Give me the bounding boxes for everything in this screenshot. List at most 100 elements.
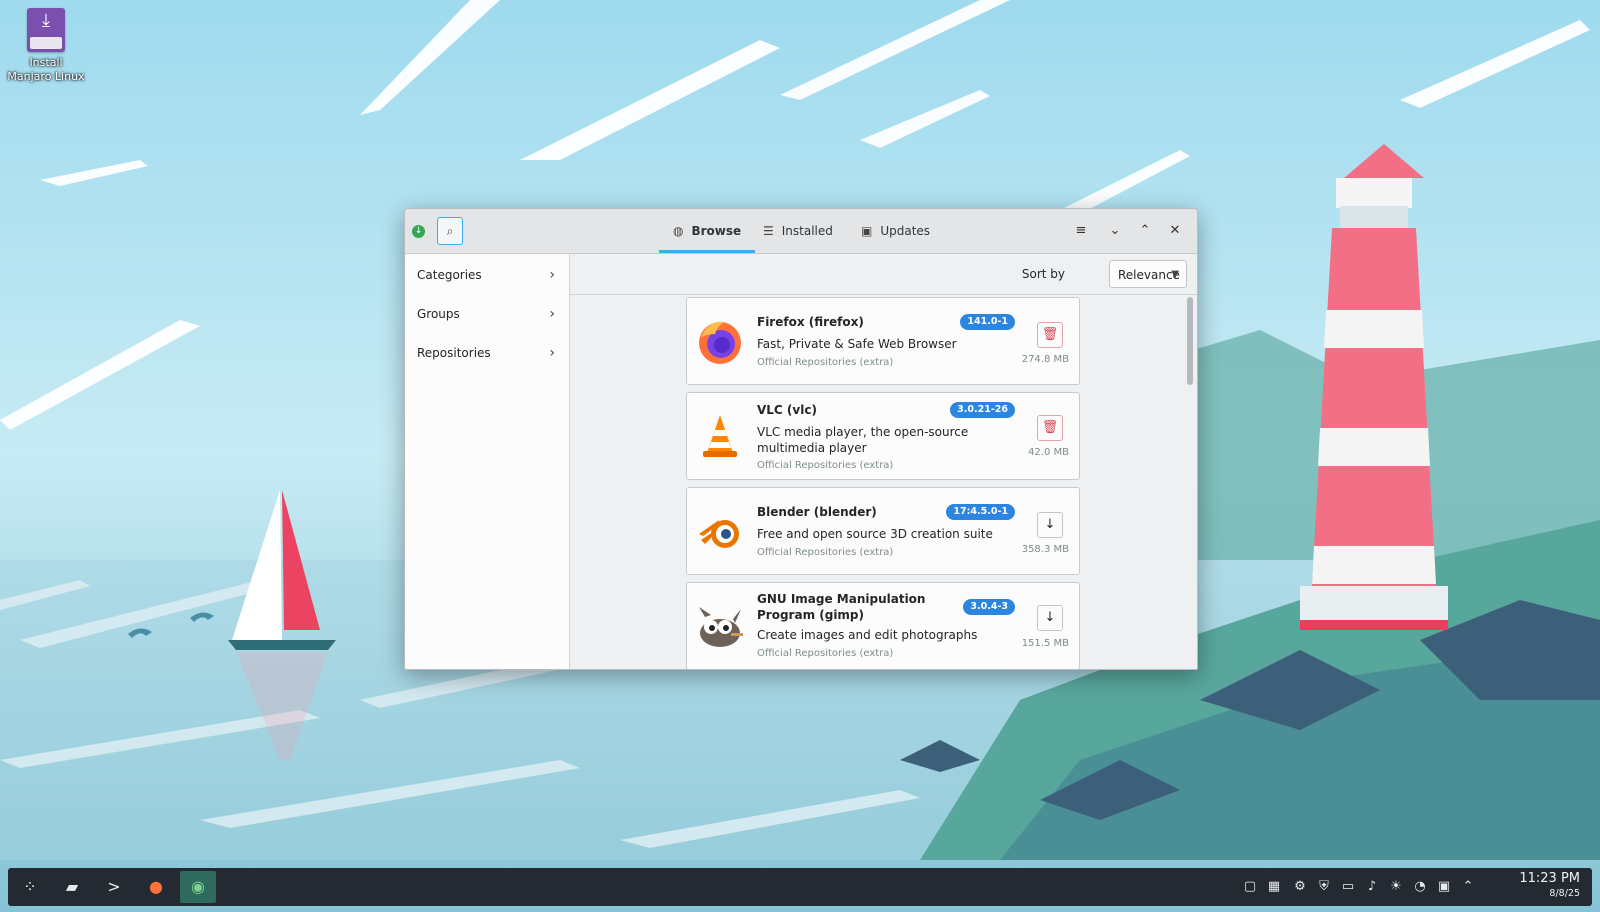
globe-icon: ◍: [673, 224, 684, 238]
sort-toolbar: Sort by Relevance ▼: [570, 254, 1197, 295]
installer-icon: ⤓: [27, 8, 65, 52]
chevron-right-icon: ›: [549, 345, 555, 361]
package-list: Firefox (firefox) Fast, Private & Safe W…: [570, 295, 1197, 669]
clock-time: 11:23 PM: [1519, 871, 1580, 886]
trash-icon: 🗑: [1041, 420, 1059, 435]
pager-icon[interactable]: ▦: [1264, 877, 1284, 897]
kde-connect-icon[interactable]: ⚙: [1290, 877, 1310, 897]
download-icon: ↓: [1044, 517, 1056, 532]
minimize-button[interactable]: ⌄: [1105, 221, 1125, 241]
app-icon: ↓: [412, 225, 425, 238]
sidebar-item-label: Repositories: [417, 346, 491, 360]
package-repo: Official Repositories (extra): [757, 357, 894, 368]
tab-installed[interactable]: ☰ Installed: [763, 209, 833, 253]
tray-expand-chevron-up-icon[interactable]: ⌃: [1458, 877, 1478, 897]
package-repo: Official Repositories (extra): [757, 460, 894, 471]
tab-label: Updates: [880, 224, 931, 238]
blender-logo-icon: [699, 520, 739, 548]
gimp-mascot-icon: [699, 607, 743, 647]
software-manager-icon: ◉: [191, 877, 205, 896]
sort-label: Sort by: [1021, 267, 1065, 281]
show-desktop-icon[interactable]: ▢: [1240, 877, 1260, 897]
firefox-icon: ●: [149, 877, 163, 896]
hamburger-menu-button[interactable]: ≡: [1071, 221, 1091, 241]
package-size: 358.3 MB: [1021, 544, 1069, 555]
shield-icon[interactable]: ⛨: [1314, 877, 1334, 897]
launcher-icon: ⁘: [23, 877, 37, 896]
software-manager-window: ↓ ⌕ ◍ Browse ☰ Installed ▣ Updates ≡ ⌄ ⌃ ✕ …: [404, 208, 1198, 670]
version-badge: 141.0-1: [960, 314, 1015, 330]
sidebar: Categories › Groups › Repositories ›: [405, 254, 570, 669]
package-card-vlc[interactable]: VLC (vlc) VLC media player, the open-sou…: [686, 392, 1080, 480]
remove-button[interactable]: 🗑: [1037, 322, 1063, 348]
chevron-up-icon: ⌃: [1139, 223, 1151, 238]
install-button[interactable]: ↓: [1037, 512, 1063, 538]
scrollbar[interactable]: [1187, 297, 1193, 385]
taskbar: ⁘ ▰ > ● ◉ ▢ ▦ ⚙ ⛨ ▭ ♪ ☀ ◔ ▣ ⌃ 11:23 PM 8…: [8, 868, 1592, 906]
package-description: Fast, Private & Safe Web Browser: [757, 337, 957, 351]
desktop-icon-label: Install Manjaro Linux: [7, 56, 85, 83]
clock[interactable]: 11:23 PM 8/8/25: [1519, 871, 1580, 900]
package-name: Blender (blender): [757, 505, 877, 519]
chevron-right-icon: ›: [549, 267, 555, 283]
remove-button[interactable]: 🗑: [1037, 415, 1063, 441]
package-repo: Official Repositories (extra): [757, 547, 894, 558]
app-launcher-button[interactable]: ⁘: [12, 871, 48, 903]
search-icon: ⌕: [446, 224, 454, 238]
package-description: VLC media player, the open-source multim…: [757, 425, 969, 455]
brightness-icon[interactable]: ☀: [1386, 877, 1406, 897]
version-badge: 3.0.4-3: [963, 599, 1015, 615]
sort-dropdown[interactable]: Relevance ▼: [1109, 260, 1187, 288]
search-button[interactable]: ⌕: [437, 217, 463, 245]
sidebar-item-label: Groups: [417, 307, 460, 321]
clock-date: 8/8/25: [1549, 888, 1580, 899]
taskbar-firefox[interactable]: ●: [138, 871, 174, 903]
sidebar-item-groups[interactable]: Groups ›: [405, 295, 569, 333]
chevron-right-icon: ›: [549, 306, 555, 322]
main-content: Sort by Relevance ▼ Firefox (firefox) Fa…: [570, 254, 1197, 669]
terminal-tray-icon[interactable]: ▭: [1338, 877, 1358, 897]
package-card-gimp[interactable]: GNU Image Manipulation Program (gimp) Cr…: [686, 582, 1080, 669]
sidebar-item-repositories[interactable]: Repositories ›: [405, 334, 569, 372]
sidebar-item-label: Categories: [417, 268, 482, 282]
taskbar-file-manager[interactable]: ▰: [54, 871, 90, 903]
tab-browse[interactable]: ◍ Browse: [658, 209, 756, 253]
package-size: 274.8 MB: [1021, 354, 1069, 365]
package-size: 42.0 MB: [1028, 447, 1069, 458]
install-button[interactable]: ↓: [1037, 605, 1063, 631]
volume-icon[interactable]: ♪: [1362, 877, 1382, 897]
trash-icon: 🗑: [1041, 327, 1059, 342]
package-name: VLC (vlc): [757, 403, 817, 417]
taskbar-software-manager[interactable]: ◉: [180, 871, 216, 903]
folder-icon: ▰: [65, 877, 79, 896]
version-badge: 3.0.21-26: [950, 402, 1015, 418]
package-description: Create images and edit photographs: [757, 628, 978, 642]
close-icon: ✕: [1169, 223, 1181, 238]
package-name: Firefox (firefox): [757, 315, 864, 329]
window-titlebar[interactable]: ↓ ⌕ ◍ Browse ☰ Installed ▣ Updates ≡ ⌄ ⌃ ✕: [405, 209, 1197, 254]
sidebar-item-categories[interactable]: Categories ›: [405, 256, 569, 294]
close-button[interactable]: ✕: [1165, 221, 1185, 241]
desktop-icon-install-manjaro[interactable]: ⤓ Install Manjaro Linux: [6, 8, 86, 84]
download-icon: ↓: [1044, 610, 1056, 625]
package-size: 151.5 MB: [1021, 638, 1069, 649]
version-badge: 17:4.5.0-1: [946, 504, 1015, 520]
firefox-logo-icon: [699, 321, 741, 364]
package-card-blender[interactable]: Blender (blender) Free and open source 3…: [686, 487, 1080, 575]
package-icon: ▣: [861, 224, 873, 238]
display-icon[interactable]: ▣: [1434, 877, 1454, 897]
maximize-button[interactable]: ⌃: [1135, 221, 1155, 241]
package-name: GNU Image Manipulation Program (gimp): [757, 592, 926, 622]
package-repo: Official Repositories (extra): [757, 648, 894, 659]
taskbar-terminal[interactable]: >: [96, 871, 132, 903]
network-icon[interactable]: ◔: [1410, 877, 1430, 897]
package-description: Free and open source 3D creation suite: [757, 527, 993, 541]
tab-label: Installed: [781, 224, 833, 238]
chevron-down-icon: ▼: [1171, 269, 1179, 280]
chevron-down-icon: ⌄: [1109, 223, 1121, 238]
vlc-cone-icon: [703, 415, 737, 457]
menu-icon: ≡: [1075, 223, 1087, 238]
list-icon: ☰: [763, 224, 774, 238]
package-card-firefox[interactable]: Firefox (firefox) Fast, Private & Safe W…: [686, 297, 1080, 385]
tab-updates[interactable]: ▣ Updates: [861, 209, 930, 253]
